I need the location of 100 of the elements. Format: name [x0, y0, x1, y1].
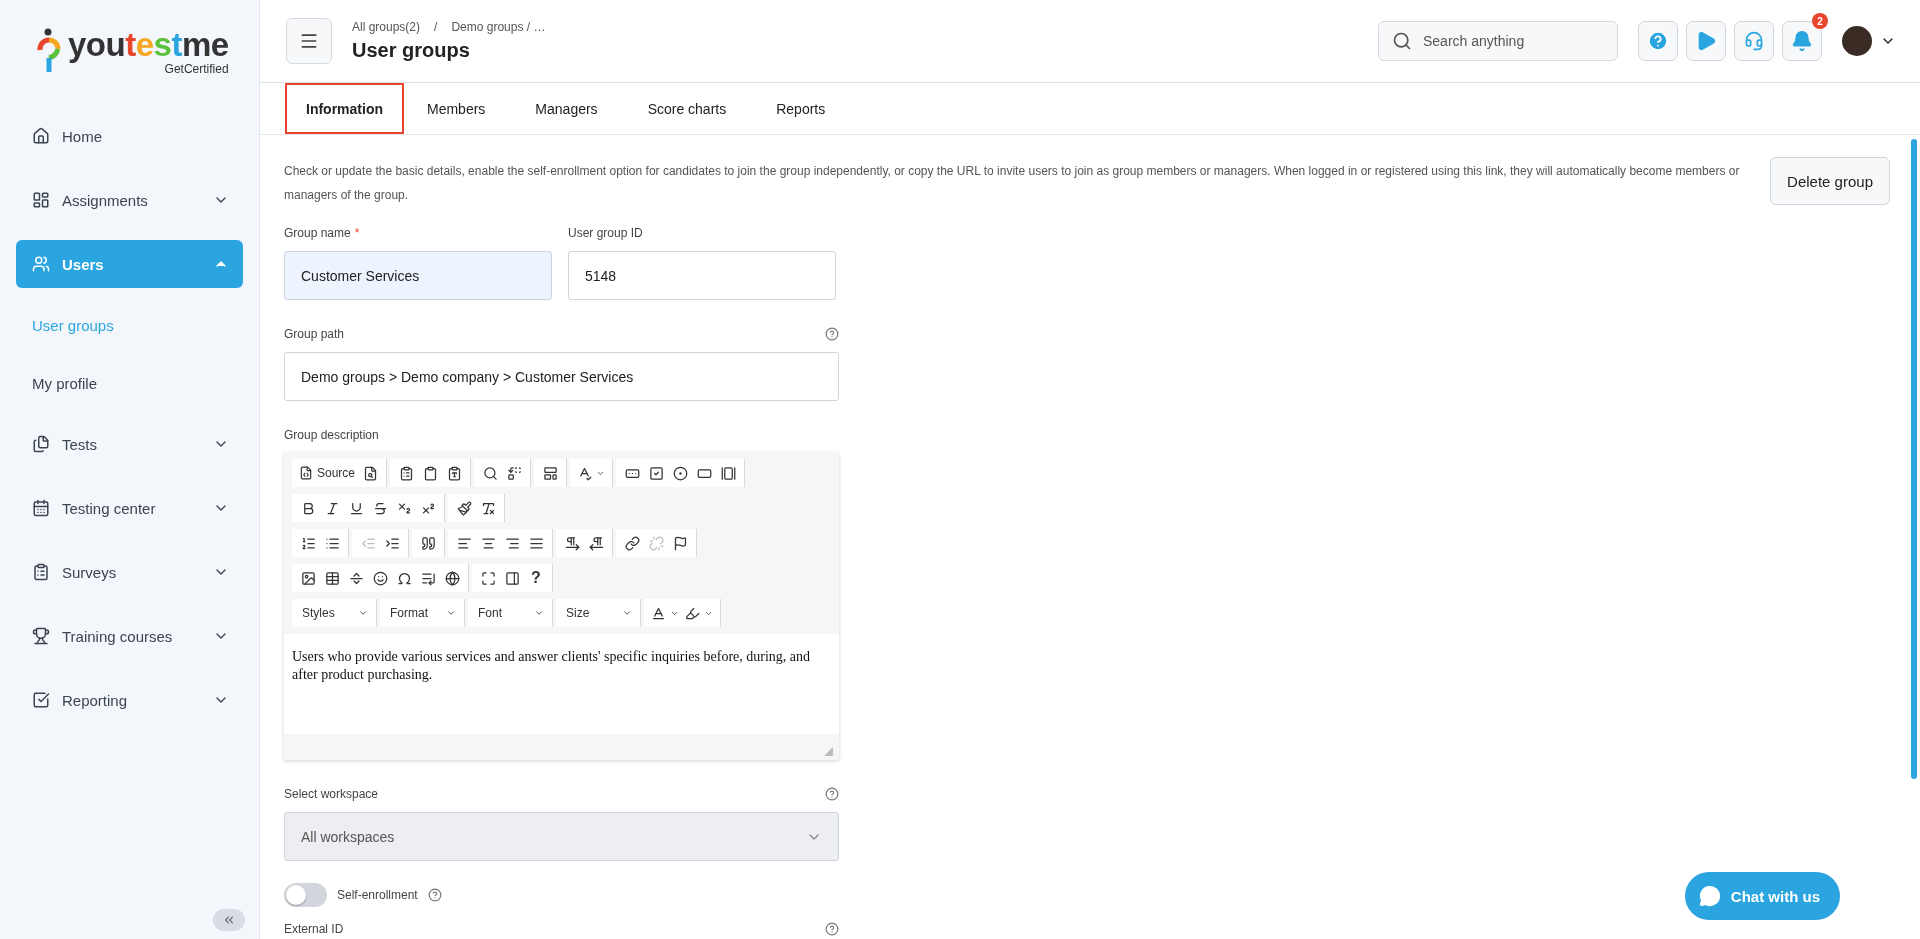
horizontal-rule-icon — [348, 570, 364, 586]
toggle-label: Self-enrollment — [337, 888, 418, 902]
sidebar-item[interactable]: Assignments — [16, 168, 243, 232]
paste-word-icon — [446, 465, 462, 481]
help-button[interactable] — [1638, 21, 1678, 61]
search-field[interactable]: Search anything — [1378, 21, 1618, 61]
ltr-icon — [564, 535, 580, 551]
text-color-icon — [651, 605, 666, 621]
caret-icon — [534, 608, 544, 618]
flag-icon — [672, 535, 688, 551]
help-icon[interactable] — [825, 787, 839, 801]
brush-icon — [456, 500, 472, 516]
table-icon — [324, 570, 340, 586]
replace-icon — [506, 465, 522, 481]
input-field[interactable]: 5148 — [568, 251, 836, 300]
tab[interactable]: Score charts — [624, 83, 750, 134]
tab[interactable]: Information — [285, 83, 404, 134]
align-left-icon — [456, 535, 472, 551]
logo-wordmark: youtestme — [68, 28, 229, 61]
menu-button[interactable] — [286, 18, 332, 64]
collapse-button[interactable] — [213, 909, 245, 931]
numbered-list-icon — [300, 535, 316, 551]
bullet-list-icon — [324, 535, 340, 551]
radio-icon — [672, 465, 688, 481]
support-button[interactable] — [1734, 21, 1774, 61]
field-label: External ID — [284, 922, 344, 936]
help-icon[interactable] — [825, 922, 839, 936]
field-label: Group name — [284, 226, 351, 240]
spellcheck-icon — [577, 465, 593, 481]
sidebar-subitem[interactable]: My profile — [16, 354, 243, 412]
page-title: User groups — [352, 39, 471, 62]
show-blocks-icon — [504, 570, 520, 586]
double-chevron-icon — [222, 913, 236, 927]
rtl-icon — [588, 535, 604, 551]
input-field[interactable]: Customer Services — [284, 251, 552, 300]
toggle-switch[interactable] — [284, 883, 327, 907]
clipboard-icon — [32, 563, 50, 581]
justify-icon — [528, 535, 544, 551]
preview-icon — [362, 465, 378, 481]
avatar[interactable] — [1842, 26, 1872, 56]
smiley-icon — [372, 570, 388, 586]
trophy-icon — [32, 627, 50, 645]
italic-icon — [324, 500, 340, 516]
underline-icon — [348, 500, 364, 516]
delete-button[interactable]: Delete group — [1770, 157, 1890, 205]
tab[interactable]: Members — [404, 83, 509, 134]
globe-icon — [444, 570, 460, 586]
breadcrumb-separator: / — [434, 20, 438, 34]
page-break-icon — [420, 570, 436, 586]
link-icon — [624, 535, 640, 551]
sidebar-item[interactable]: Tests — [16, 412, 243, 476]
field-label: Group path — [284, 327, 345, 341]
headset-icon — [1744, 31, 1764, 51]
sidebar-item[interactable]: Home — [16, 104, 243, 168]
select-all-icon — [542, 465, 558, 481]
users-icon — [32, 255, 50, 273]
caret-icon — [446, 608, 456, 618]
sidebar-item[interactable]: Training courses — [16, 604, 243, 668]
caret-icon — [358, 608, 368, 618]
field-label: Group description — [284, 428, 379, 442]
input-field[interactable]: Demo groups > Demo company > Customer Services — [284, 352, 839, 401]
field-label: User group ID — [568, 226, 643, 240]
superscript-icon — [420, 500, 436, 516]
bell-icon — [1791, 30, 1813, 52]
find-icon — [482, 465, 498, 481]
search-icon — [1392, 31, 1412, 51]
subscript-icon — [396, 500, 412, 516]
paste-icon — [398, 465, 414, 481]
field-label: Select workspace — [284, 787, 379, 801]
home-icon — [32, 127, 50, 145]
scrollbar[interactable] — [1911, 139, 1917, 779]
align-center-icon — [480, 535, 496, 551]
editor-text[interactable]: Users who provide various services and answer clients' specific inquiries before, during, and after product purchasing. — [284, 634, 839, 734]
notification-badge: 2 — [1812, 13, 1828, 29]
outdent-icon — [360, 535, 376, 551]
clear-format-icon — [480, 500, 496, 516]
help-icon[interactable] — [825, 327, 839, 341]
tab[interactable]: Managers — [512, 83, 621, 134]
logo-tagline: GetCertified — [164, 62, 229, 76]
help-icon — [1647, 30, 1669, 52]
breadcrumb-link[interactable]: Demo groups / … — [451, 20, 546, 34]
source-icon — [299, 466, 313, 480]
intro-text: Check or update the basic details, enable the self-enrollment option for candidates to join the group independently, or copy the URL to invite users to join as group members or managers. When logged in or registered using this link, they will automatically become members or managers of the group. — [284, 163, 1741, 204]
sidebar-item[interactable]: Reporting — [16, 668, 243, 732]
quote-icon — [420, 535, 436, 551]
image-button-icon — [720, 465, 736, 481]
dashboard-icon — [32, 191, 50, 209]
sidebar-item[interactable]: Surveys — [16, 540, 243, 604]
help-icon[interactable] — [427, 888, 442, 902]
breadcrumb-link[interactable]: All groups(2) — [352, 20, 421, 34]
chat-bubble-icon — [1698, 885, 1721, 907]
calendar-icon — [32, 499, 50, 517]
resize-handle-icon[interactable] — [824, 747, 833, 756]
tab[interactable]: Reports — [753, 83, 849, 134]
strikethrough-icon — [372, 500, 388, 516]
play-button[interactable] — [1686, 21, 1726, 61]
sidebar-item[interactable]: Testing center — [16, 476, 243, 540]
image-icon — [300, 570, 316, 586]
unlink-icon — [648, 535, 664, 551]
required-mark: * — [354, 226, 360, 240]
